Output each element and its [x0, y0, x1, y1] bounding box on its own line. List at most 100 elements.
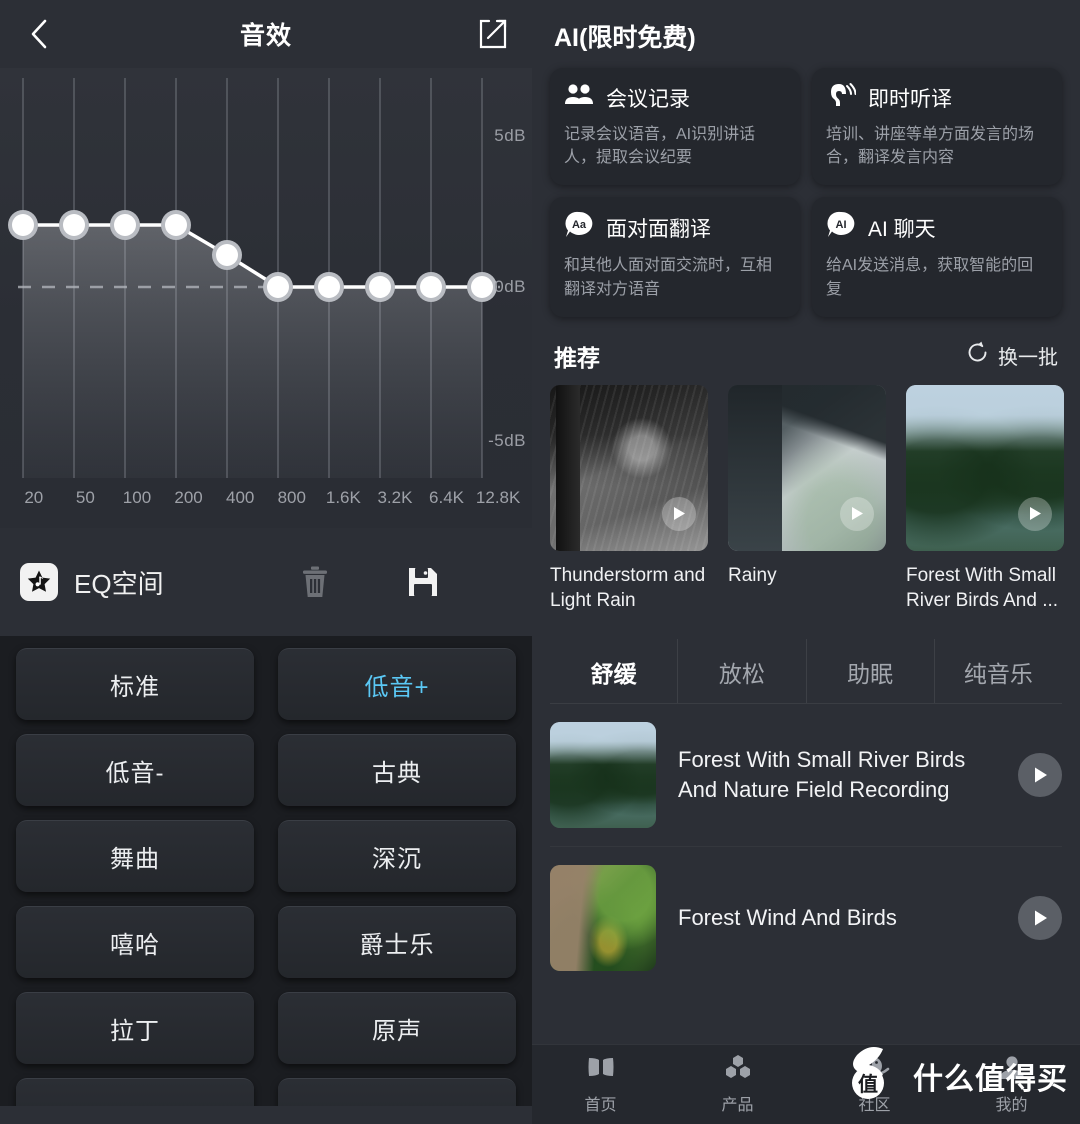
track-list: Forest With Small River Birds And Nature… [532, 704, 1080, 989]
nav-item-home[interactable]: 首页 [532, 1054, 669, 1115]
nav-label: 产品 [721, 1097, 754, 1114]
nav-label: 首页 [584, 1097, 617, 1114]
preset-button[interactable]: 舞曲 [16, 820, 254, 892]
ai-chat-icon: AI [826, 211, 856, 244]
refresh-batch-button[interactable]: 换一批 [966, 341, 1058, 370]
ai-card-face-translate[interactable]: Aa 面对面翻译 和其他人面对面交流时，互相翻译对方语音 [550, 197, 800, 317]
preset-button[interactable] [278, 1078, 516, 1106]
svg-text:AI: AI [836, 219, 847, 231]
bottom-navigation: 首页 产品 社区 我的 [532, 1044, 1080, 1124]
aa-translate-icon: Aa [564, 211, 594, 244]
play-icon[interactable] [1018, 496, 1052, 531]
eq-panel: 音效 5dB 0dB -5dB 20 50 100 200 400 800 1.… [0, 0, 532, 1124]
forest-river-photo [550, 721, 656, 828]
bird-tree-photo [550, 864, 656, 971]
nav-item-products[interactable]: 产品 [669, 1054, 806, 1115]
tab-relax[interactable]: 放松 [678, 638, 807, 703]
products-icon [723, 1054, 753, 1085]
preset-button[interactable]: 低音+ [278, 648, 516, 720]
ai-card-desc: 记录会议语音，AI识别讲话人，提取会议纪要 [564, 126, 756, 167]
people-group-icon [564, 82, 594, 113]
page-title: 音效 [239, 22, 292, 50]
profile-icon [998, 1054, 1026, 1085]
db-tick-minus5: -5dB [488, 431, 526, 450]
ai-card-live-translate[interactable]: 即时听译 培训、讲座等单方面发言的场合，翻译发言内容 [812, 68, 1062, 186]
recommend-card-title: Thunderstorm and Light Rain [550, 564, 706, 611]
svg-text:Aa: Aa [572, 219, 587, 231]
track-row[interactable]: Forest With Small River Birds And Nature… [550, 704, 1062, 847]
preset-button[interactable]: 拉丁 [16, 992, 254, 1064]
recommend-header: 推荐 换一批 [532, 317, 1080, 385]
preset-button[interactable]: 原声 [278, 992, 516, 1064]
recommend-card[interactable]: Forest With Small River Birds And ... [906, 384, 1064, 613]
eq-topbar: 音效 [0, 0, 532, 68]
nav-label: 我的 [995, 1097, 1028, 1114]
category-tabs: 舒缓 放松 助眠 纯音乐 [550, 638, 1062, 704]
trash-icon[interactable] [300, 565, 330, 599]
ai-card-meeting-record[interactable]: 会议记录 记录会议语音，AI识别讲话人，提取会议纪要 [550, 68, 800, 186]
freq-tick: 20 [24, 488, 44, 507]
home-panel: AI(限时免费) 会议记录 记录会议语音，AI识别讲话人，提取会议纪要 即时听译… [532, 0, 1080, 1124]
ai-card-desc: 培训、讲座等单方面发言的场合，翻译发言内容 [826, 126, 1035, 167]
recommend-card[interactable]: Thunderstorm and Light Rain [550, 384, 708, 613]
eq-space-row: EQ空间 [0, 528, 532, 636]
ear-listen-icon [826, 82, 857, 113]
freq-tick: 12.8K [475, 488, 521, 507]
floppy-save-icon[interactable] [406, 565, 440, 599]
freq-tick: 400 [225, 488, 255, 507]
recommend-card-title: Rainy [728, 564, 777, 586]
ai-card-title: 即时听译 [868, 87, 952, 111]
freq-tick: 200 [174, 488, 203, 507]
recommend-carousel[interactable]: Thunderstorm and Light Rain Rainy Forest… [532, 384, 1080, 613]
community-planet-icon [859, 1054, 891, 1085]
ai-card-title: 面对面翻译 [606, 217, 711, 241]
play-icon[interactable] [840, 496, 874, 531]
freq-tick: 6.4K [429, 488, 465, 507]
tab-sleep[interactable]: 助眠 [807, 638, 935, 703]
eq-preset-grid: 标准 低音+ 低音- 古典 舞曲 深沉 嘻哈 爵士乐 拉丁 原声 [16, 648, 516, 1106]
freq-tick: 1.6K [325, 488, 361, 507]
play-icon[interactable] [1018, 895, 1062, 940]
nav-item-profile[interactable]: 我的 [943, 1054, 1080, 1115]
preset-button[interactable]: 标准 [16, 648, 254, 720]
eq-space-label: EQ空间 [74, 568, 164, 599]
preset-button[interactable]: 嘻哈 [16, 906, 254, 978]
forest-river-photo[interactable] [906, 384, 1064, 551]
track-title: Forest With Small River Birds And Nature… [678, 747, 966, 802]
back-chevron-icon[interactable] [22, 17, 56, 51]
tab-pure-music[interactable]: 纯音乐 [935, 639, 1062, 703]
refresh-icon [966, 341, 989, 370]
preset-button[interactable]: 古典 [278, 734, 516, 806]
eq-preset-list: 标准 低音+ 低音- 古典 舞曲 深沉 嘻哈 爵士乐 拉丁 原声 [0, 636, 532, 1106]
db-tick-5: 5dB [494, 126, 526, 145]
track-title: Forest Wind And Birds [678, 905, 897, 931]
ai-card-grid: 会议记录 记录会议语音，AI识别讲话人，提取会议纪要 即时听译 培训、讲座等单方… [532, 68, 1080, 317]
recommend-card-title: Forest With Small River Birds And ... [906, 564, 1059, 611]
eq-curve-svg[interactable] [0, 68, 532, 528]
rainy-street-bw-photo[interactable] [550, 384, 708, 551]
freq-tick: 50 [75, 488, 95, 507]
ai-card-chat[interactable]: AI AI 聊天 给AI发送消息，获取智能的回复 [812, 197, 1062, 317]
star-music-icon[interactable] [20, 563, 58, 601]
share-external-icon[interactable] [476, 17, 510, 51]
tab-soothing[interactable]: 舒缓 [550, 638, 679, 703]
freq-tick: 800 [277, 488, 306, 507]
play-icon[interactable] [662, 496, 696, 531]
ai-section-title: AI(限时免费) [554, 24, 696, 52]
ai-card-desc: 和其他人面对面交流时，互相翻译对方语音 [564, 257, 773, 298]
eq-graph[interactable]: 5dB 0dB -5dB 20 50 100 200 400 800 1.6K … [0, 68, 532, 528]
ai-card-title: AI 聊天 [868, 217, 936, 241]
ai-card-title: 会议记录 [606, 87, 690, 111]
track-row[interactable]: Forest Wind And Birds [550, 847, 1062, 989]
play-icon[interactable] [1018, 752, 1062, 797]
preset-button[interactable]: 深沉 [278, 820, 516, 892]
recommend-card[interactable]: Rainy [728, 384, 886, 613]
rain-window-palm-photo[interactable] [728, 384, 886, 551]
refresh-batch-label: 换一批 [998, 347, 1058, 370]
preset-button[interactable] [16, 1078, 254, 1106]
freq-tick: 100 [122, 488, 152, 507]
preset-button[interactable]: 爵士乐 [278, 906, 516, 978]
db-tick-0: 0dB [494, 277, 526, 296]
nav-item-community[interactable]: 社区 [806, 1054, 943, 1115]
preset-button[interactable]: 低音- [16, 734, 254, 806]
